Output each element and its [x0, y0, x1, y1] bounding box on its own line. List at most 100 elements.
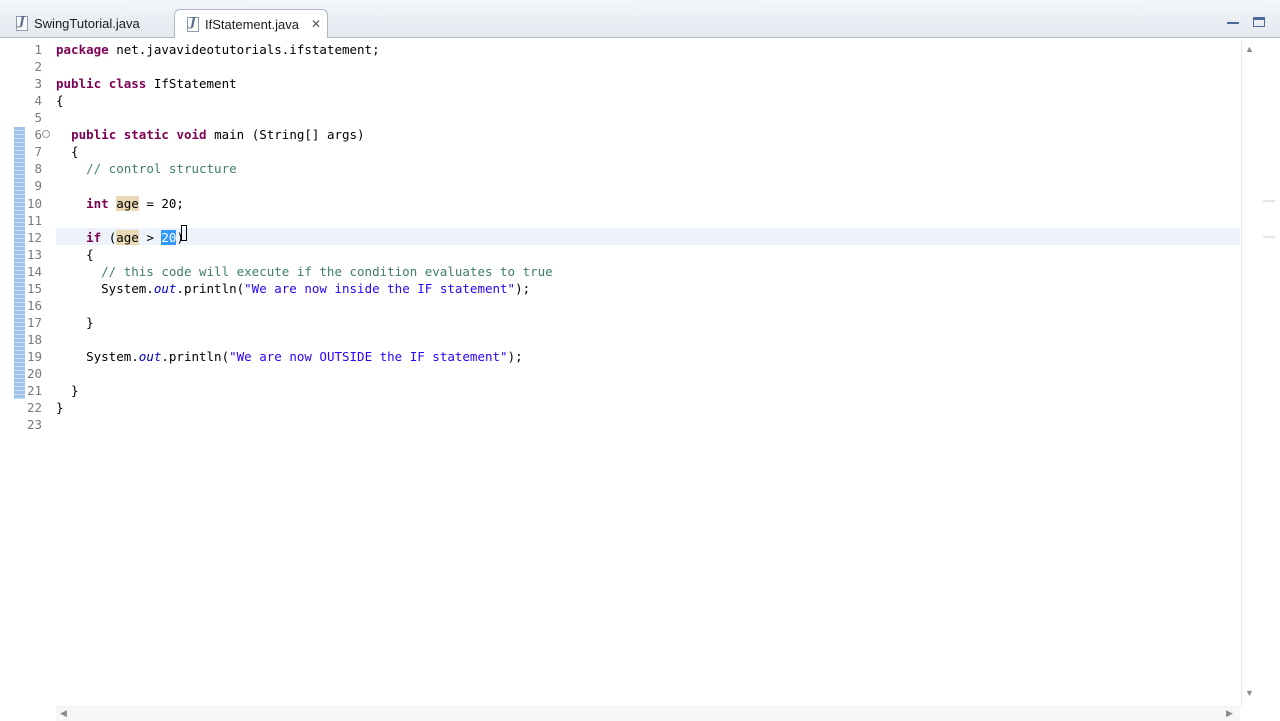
code-text: // this code will execute if the conditi…: [56, 263, 553, 280]
line-number: 1: [34, 42, 42, 57]
tab-ifstatement[interactable]: J IfStatement.java ✕: [174, 9, 328, 38]
maximize-icon[interactable]: [1253, 17, 1265, 27]
line-number: 6: [34, 127, 42, 142]
line-number: 2: [34, 59, 42, 74]
code-line[interactable]: 18: [0, 331, 1240, 348]
code-text: // control structure: [56, 160, 237, 177]
line-number: 14: [26, 264, 42, 279]
overview-ruler[interactable]: [1260, 40, 1280, 706]
keyword-token: public: [56, 76, 102, 91]
code-line[interactable]: 23: [0, 416, 1240, 433]
code-text: System.out.println("We are now OUTSIDE t…: [56, 348, 523, 365]
code-text: public static void main (String[] args): [56, 126, 365, 143]
code-token: {: [56, 144, 79, 159]
keyword-token: if: [86, 230, 102, 245]
field-token: out: [153, 281, 177, 296]
fold-collapse-icon[interactable]: [42, 130, 50, 138]
code-line[interactable]: 9: [0, 177, 1240, 194]
code-line[interactable]: 1 package net.javavideotutorials.ifstatem…: [0, 41, 1240, 58]
overview-ruler-mark[interactable]: [1263, 200, 1275, 202]
scroll-down-icon[interactable]: ▼: [1245, 688, 1254, 698]
line-number: 15: [26, 281, 42, 296]
overview-ruler-mark[interactable]: [1263, 236, 1275, 238]
keyword-token: static: [123, 127, 169, 142]
tab-swingtutorial[interactable]: J SwingTutorial.java: [4, 9, 174, 38]
code-line[interactable]: 7 {: [0, 143, 1240, 160]
scroll-up-icon[interactable]: ▲: [1245, 44, 1254, 54]
editor-tab-bar: J SwingTutorial.java J IfStatement.java …: [0, 0, 1280, 38]
line-number: 10: [26, 196, 42, 211]
minimize-icon[interactable]: [1227, 17, 1239, 24]
code-text: System.out.println("We are now inside th…: [56, 280, 530, 297]
line-number: 17: [26, 315, 42, 330]
code-line[interactable]: 22}: [0, 399, 1240, 416]
code-text: if (age > 20): [56, 229, 184, 246]
line-number: 18: [26, 332, 42, 347]
code-token: );: [515, 281, 531, 296]
code-line[interactable]: 16: [0, 297, 1240, 314]
java-file-icon: J: [187, 15, 199, 32]
code-line[interactable]: 20: [0, 365, 1240, 382]
code-token: }: [56, 400, 64, 415]
line-number: 5: [34, 110, 42, 125]
line-number: 12: [26, 230, 42, 245]
code-line[interactable]: 19 System.out.println("We are now OUTSID…: [0, 348, 1240, 365]
code-token: IfStatement: [146, 76, 237, 91]
line-number: 23: [26, 417, 42, 432]
code-line[interactable]: 4{: [0, 92, 1240, 109]
line-number: 11: [26, 213, 42, 228]
code-text: }: [56, 314, 94, 331]
line-number: 16: [26, 298, 42, 313]
line-number: 9: [34, 178, 42, 193]
code-text: }: [56, 399, 64, 416]
code-line[interactable]: 3 public class IfStatement: [0, 75, 1240, 92]
code-line[interactable]: 6 public static void main (String[] args…: [0, 126, 1240, 143]
vertical-scrollbar[interactable]: [1241, 40, 1259, 706]
code-token: );: [507, 349, 523, 364]
comment-token: // control structure: [86, 161, 237, 176]
code-line[interactable]: 10 int age = 20;: [0, 195, 1240, 212]
tab-label: IfStatement.java: [205, 16, 299, 32]
code-line[interactable]: 14 // this code will execute if the cond…: [0, 263, 1240, 280]
code-text: public class IfStatement: [56, 75, 237, 92]
line-number: 7: [34, 144, 42, 159]
line-number: 20: [26, 366, 42, 381]
tab-label: SwingTutorial.java: [34, 16, 140, 31]
keyword-token: class: [108, 76, 147, 91]
code-token: {: [56, 247, 94, 262]
comment-token: // this code will execute if the conditi…: [101, 264, 553, 279]
scroll-left-icon[interactable]: ◀: [60, 708, 67, 719]
horizontal-scrollbar[interactable]: [56, 706, 1240, 721]
code-line[interactable]: 21 }: [0, 382, 1240, 399]
code-line[interactable]: 13 {: [0, 246, 1240, 263]
keyword-token: public: [71, 127, 117, 142]
code-editor[interactable]: 1 package net.javavideotutorials.ifstatem…: [0, 39, 1280, 720]
line-number: 13: [26, 247, 42, 262]
code-text: {: [56, 92, 64, 109]
code-token: .println(: [161, 349, 230, 364]
code-line[interactable]: 5: [0, 109, 1240, 126]
line-number: 4: [34, 93, 42, 108]
code-line[interactable]: 8 // control structure: [0, 160, 1240, 177]
code-line[interactable]: 2: [0, 58, 1240, 75]
occurrence-highlight: age: [116, 196, 139, 211]
code-token: }: [56, 315, 94, 330]
close-tab-icon[interactable]: ✕: [311, 18, 321, 30]
code-line[interactable]: 15 System.out.println("We are now inside…: [0, 280, 1240, 297]
code-token: main (String[] args): [206, 127, 365, 142]
code-line[interactable]: 17 }: [0, 314, 1240, 331]
code-token: }: [56, 383, 79, 398]
scroll-right-icon[interactable]: ▶: [1226, 708, 1233, 719]
string-token: "We are now inside the IF statement": [244, 281, 516, 296]
java-file-icon: J: [16, 14, 28, 31]
code-token: {: [56, 93, 64, 108]
keyword-token: int: [86, 196, 109, 211]
keyword-token: package: [56, 42, 109, 57]
